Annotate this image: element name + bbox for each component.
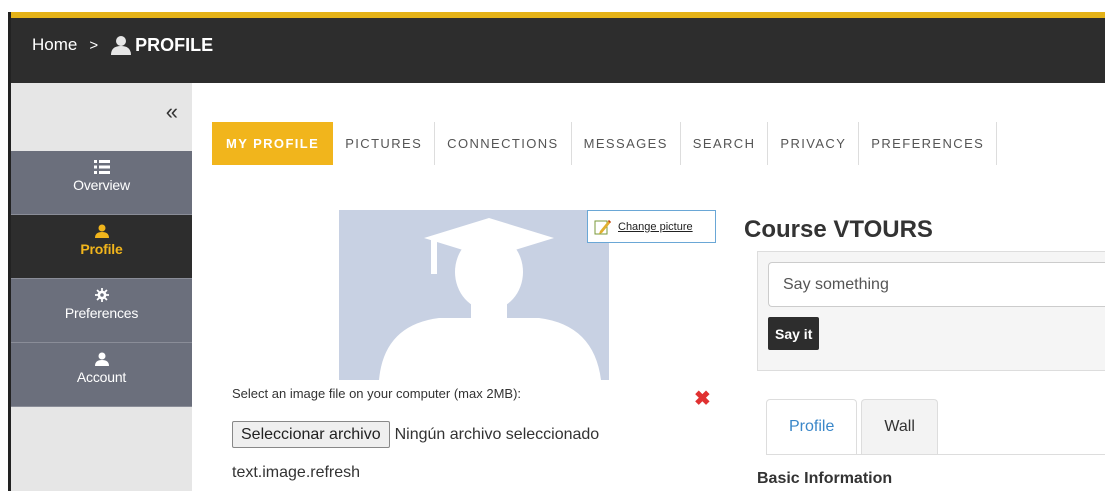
sidebar-item-label: Account [76, 369, 127, 385]
remove-picture-icon[interactable]: ✖ [694, 386, 711, 411]
user-icon [94, 224, 110, 238]
breadcrumb-home-link[interactable]: Home [32, 35, 77, 55]
wall-post-box: Say it [757, 251, 1105, 371]
top-bar: Home > PROFILE [11, 12, 1105, 83]
tab-profile[interactable]: Profile [766, 399, 858, 454]
file-upload-row: Seleccionar archivo Ningún archivo selec… [232, 421, 599, 448]
breadcrumb-separator: > [89, 36, 99, 54]
window-left-edge [0, 0, 11, 491]
say-something-input[interactable] [768, 262, 1105, 307]
sub-tabs-divider [766, 454, 1105, 455]
file-status: Ningún archivo seleccionado [394, 425, 600, 443]
profile-sub-tabs: Profile Wall [766, 399, 942, 454]
tab-connections[interactable]: CONNECTIONS [435, 122, 572, 165]
graduate-silhouette-icon [379, 218, 601, 380]
tab-pictures[interactable]: PICTURES [333, 122, 436, 165]
user-icon [110, 34, 132, 56]
tab-messages[interactable]: MESSAGES [571, 122, 681, 165]
profile-picture [339, 210, 609, 380]
say-it-button[interactable]: Say it [768, 317, 820, 350]
sidebar-item-account[interactable]: Account [11, 343, 192, 407]
sidebar-item-label: Profile [80, 241, 123, 257]
sidebar-item-label: Overview [73, 177, 130, 193]
collapse-sidebar-icon[interactable]: « [166, 99, 178, 125]
breadcrumb-current: PROFILE [135, 34, 214, 55]
basic-information-heading: Basic Information [757, 470, 893, 487]
sidebar-item-preferences[interactable]: Preferences [11, 279, 192, 343]
list-icon [93, 160, 110, 174]
tab-privacy[interactable]: PRIVACY [768, 122, 860, 165]
tab-wall[interactable]: Wall [861, 399, 938, 454]
tab-preferences[interactable]: PREFERENCES [859, 122, 998, 165]
user-icon [94, 352, 110, 366]
gear-icon [94, 288, 110, 302]
sidebar-item-label: Preferences [64, 305, 139, 321]
course-title: Course VTOURS [744, 216, 933, 243]
sidebar-item-overview[interactable]: Overview [11, 151, 192, 215]
tab-my-profile[interactable]: MY PROFILE [212, 122, 334, 165]
image-refresh-text: text.image.refresh [232, 464, 361, 481]
edit-pencil-icon [594, 218, 612, 236]
change-picture-label: Change picture [618, 220, 693, 233]
tab-search[interactable]: SEARCH [680, 122, 769, 165]
breadcrumb: Home > PROFILE [32, 34, 213, 56]
sidebar: « Overview Profile Preferences Account [11, 83, 192, 491]
upload-hint: Select an image file on your computer (m… [232, 386, 522, 401]
choose-file-button[interactable]: Seleccionar archivo [232, 421, 390, 448]
sidebar-item-profile[interactable]: Profile [11, 215, 192, 279]
profile-tabs: MY PROFILE PICTURES CONNECTIONS MESSAGES… [212, 122, 998, 165]
change-picture-button[interactable]: Change picture [587, 210, 716, 243]
